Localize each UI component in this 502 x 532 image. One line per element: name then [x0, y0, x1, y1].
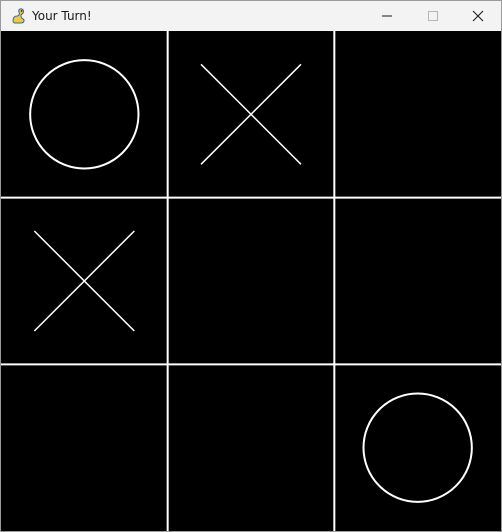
- game-window: Your Turn!: [0, 0, 502, 532]
- board-cell-r2-c3[interactable]: [334, 198, 501, 365]
- pygame-snake-icon: [10, 7, 27, 24]
- maximize-icon: [428, 11, 438, 21]
- window-title: Your Turn!: [32, 9, 92, 23]
- game-board[interactable]: [1, 31, 501, 531]
- board-cell-r2-c2[interactable]: [168, 198, 335, 365]
- board-cell-r2-c1[interactable]: [1, 198, 168, 365]
- close-icon: [472, 10, 484, 22]
- maximize-button: [410, 1, 456, 31]
- board-cell-r3-c2[interactable]: [168, 364, 335, 531]
- board-cell-r1-c1[interactable]: [1, 31, 168, 198]
- title-bar[interactable]: Your Turn!: [1, 1, 501, 31]
- board-cell-r3-c3[interactable]: [334, 364, 501, 531]
- minimize-icon: [382, 15, 392, 17]
- board-cell-r3-c1[interactable]: [1, 364, 168, 531]
- board-cell-r1-c2[interactable]: [168, 31, 335, 198]
- board-cell-r1-c3[interactable]: [334, 31, 501, 198]
- close-button[interactable]: [455, 1, 501, 31]
- minimize-button[interactable]: [364, 1, 410, 31]
